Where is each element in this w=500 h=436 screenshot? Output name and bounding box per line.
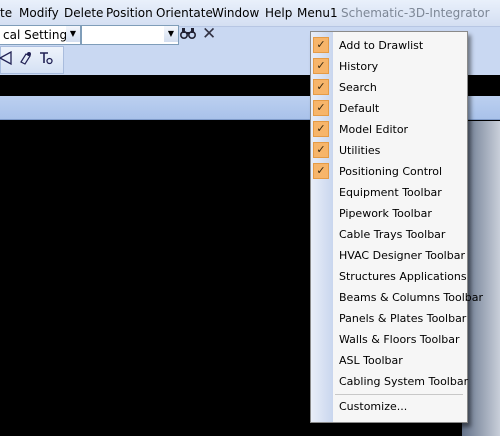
shape-icon[interactable] bbox=[0, 50, 12, 69]
menu-item-label: Add to Drawlist bbox=[339, 39, 424, 52]
menu-item-cable-trays-toolbar[interactable]: Cable Trays Toolbar bbox=[311, 224, 467, 245]
menu-item-customize[interactable]: Customize... bbox=[311, 396, 467, 417]
dropdown-arrow-icon[interactable]: ▼ bbox=[164, 26, 178, 42]
app-label: Schematic-3D-Integrator bbox=[341, 6, 490, 20]
toolbars-dropdown-menu: ✓ Add to Drawlist ✓ History ✓ Search ✓ D… bbox=[310, 31, 483, 423]
menu-item-label: Cabling System Toolbar bbox=[339, 375, 469, 388]
check-icon: ✓ bbox=[313, 142, 329, 158]
menu-file[interactable]: te bbox=[0, 6, 12, 20]
check-icon: ✓ bbox=[313, 58, 329, 74]
menu-item-asl-toolbar[interactable]: ASL Toolbar bbox=[311, 350, 467, 371]
menu-item-label: Search bbox=[339, 81, 377, 94]
menu-item-default[interactable]: ✓ Default bbox=[311, 98, 467, 119]
menu-item-label: Model Editor bbox=[339, 123, 409, 136]
menu-item-pipework-toolbar[interactable]: Pipework Toolbar bbox=[311, 203, 467, 224]
text-tool-icon[interactable] bbox=[38, 50, 54, 70]
menu-item-label: Walls & Floors Toolbar bbox=[339, 333, 460, 346]
check-icon: ✓ bbox=[313, 121, 329, 137]
menu-item-structures-applications[interactable]: Structures Applications bbox=[311, 266, 467, 287]
menu-item-label: ASL Toolbar bbox=[339, 354, 403, 367]
menu-position[interactable]: Position bbox=[106, 6, 153, 20]
close-icon[interactable]: ✕ bbox=[202, 24, 216, 44]
menu-menu1[interactable]: Menu1 bbox=[297, 6, 338, 20]
menu-bar: te Modify Delete Position Orientate Wind… bbox=[0, 0, 500, 27]
menu-delete[interactable]: Delete bbox=[64, 6, 103, 20]
binoculars-icon[interactable] bbox=[179, 25, 197, 45]
menu-help[interactable]: Help bbox=[265, 6, 292, 20]
menu-separator bbox=[335, 394, 463, 395]
menu-window[interactable]: Window bbox=[212, 6, 259, 20]
check-icon: ✓ bbox=[313, 163, 329, 179]
menu-item-label: Panels & Plates Toolbar bbox=[339, 312, 467, 325]
menu-item-utilities[interactable]: ✓ Utilities bbox=[311, 140, 467, 161]
menu-item-cabling-system-toolbar[interactable]: Cabling System Toolbar bbox=[311, 371, 469, 392]
menu-item-label: Equipment Toolbar bbox=[339, 186, 442, 199]
menu-item-walls-floors-toolbar[interactable]: Walls & Floors Toolbar bbox=[311, 329, 467, 350]
menu-item-label: Positioning Control bbox=[339, 165, 443, 178]
menu-item-label: HVAC Designer Toolbar bbox=[339, 249, 465, 262]
menu-item-search[interactable]: ✓ Search bbox=[311, 77, 467, 98]
check-icon: ✓ bbox=[313, 100, 329, 116]
menu-item-label: Cable Trays Toolbar bbox=[339, 228, 446, 241]
menu-item-equipment-toolbar[interactable]: Equipment Toolbar bbox=[311, 182, 467, 203]
menu-item-panels-plates-toolbar[interactable]: Panels & Plates Toolbar bbox=[311, 308, 467, 329]
menu-orientate[interactable]: Orientate bbox=[156, 6, 213, 20]
settings-combo-value: cal Settings bbox=[3, 28, 74, 42]
menu-item-label: Customize... bbox=[339, 400, 408, 413]
check-icon: ✓ bbox=[313, 37, 329, 53]
menu-item-label: Default bbox=[339, 102, 380, 115]
menu-item-history[interactable]: ✓ History bbox=[311, 56, 467, 77]
menu-item-label: Structures Applications bbox=[339, 270, 467, 283]
menu-item-label: Pipework Toolbar bbox=[339, 207, 432, 220]
menu-item-label: Beams & Columns Toolbar bbox=[339, 291, 484, 304]
menu-item-hvac-designer-toolbar[interactable]: HVAC Designer Toolbar bbox=[311, 245, 467, 266]
check-icon: ✓ bbox=[313, 79, 329, 95]
menu-item-add-to-drawlist[interactable]: ✓ Add to Drawlist bbox=[311, 35, 467, 56]
menu-item-positioning-control[interactable]: ✓ Positioning Control bbox=[311, 161, 467, 182]
menu-item-label: Utilities bbox=[339, 144, 381, 157]
menu-item-model-editor[interactable]: ✓ Model Editor bbox=[311, 119, 467, 140]
tool-icon[interactable] bbox=[18, 50, 34, 70]
menu-item-label: History bbox=[339, 60, 379, 73]
menu-modify[interactable]: Modify bbox=[19, 6, 59, 20]
menu-item-beams-columns-toolbar[interactable]: Beams & Columns Toolbar bbox=[311, 287, 483, 308]
dropdown-arrow-icon[interactable]: ▼ bbox=[66, 26, 80, 42]
